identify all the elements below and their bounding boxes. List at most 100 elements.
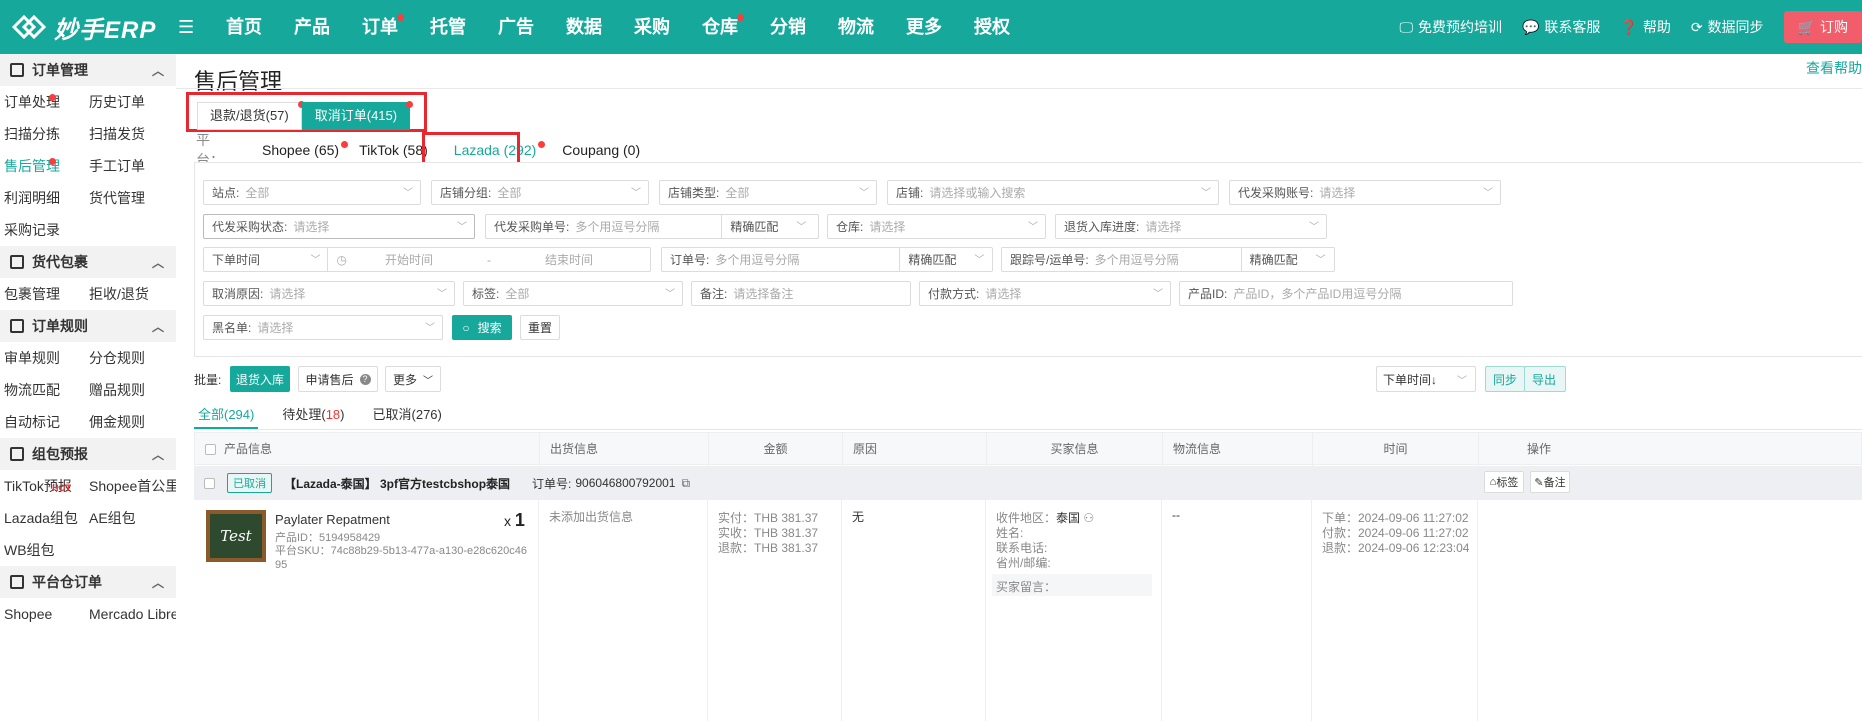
- sidebar-item-shopee-first-mile[interactable]: Shopee首公里: [85, 470, 176, 502]
- nav-orders[interactable]: 订单: [346, 0, 414, 54]
- proxy-account-select[interactable]: 代发采购账号: 请选择 ﹀: [1229, 180, 1501, 205]
- service-link[interactable]: 💬 联系客服: [1522, 17, 1600, 37]
- sidebar-item-purchase-record[interactable]: 采购记录: [0, 214, 85, 246]
- proxy-order-no-input[interactable]: 代发采购单号: 多个用逗号分隔 精确匹配 ﹀: [485, 214, 819, 239]
- sidebar-item-auto-tag[interactable]: 自动标记: [0, 406, 85, 438]
- proxy-status-select[interactable]: 代发采购状态: 请选择 ﹀: [203, 214, 475, 239]
- sidebar-item-shopee[interactable]: Shopee: [0, 598, 85, 630]
- site-select[interactable]: 站点: 全部 ﹀: [203, 180, 421, 205]
- sync-button[interactable]: 同步: [1485, 366, 1525, 392]
- shop-group-select[interactable]: 店铺分组: 全部 ﹀: [431, 180, 649, 205]
- nav-logistics[interactable]: 物流: [822, 0, 890, 54]
- nav-warehouse[interactable]: 仓库: [686, 0, 754, 54]
- sidebar-section-platform-warehouse[interactable]: 平台仓订单 ︿: [0, 566, 176, 598]
- sidebar-item-after-sales[interactable]: 售后管理: [0, 150, 85, 182]
- sidebar-item-manual-order[interactable]: 手工订单: [85, 150, 176, 182]
- date-range[interactable]: ◷ 开始时间 - 结束时间: [327, 248, 650, 271]
- training-link[interactable]: 🖵 免费预约培训: [1399, 17, 1502, 37]
- order-no-input[interactable]: 订单号: 多个用逗号分隔 精确匹配 ﹀: [661, 247, 993, 272]
- time-range-picker[interactable]: 下单时间 ﹀ ◷ 开始时间 - 结束时间: [203, 247, 651, 272]
- product-name[interactable]: Paylater Repatment: [275, 512, 390, 527]
- select-all-checkbox[interactable]: [205, 444, 216, 455]
- cell-logistics: --: [1162, 500, 1312, 721]
- reset-button[interactable]: 重置: [520, 315, 560, 340]
- more-dropdown[interactable]: 更多 ﹀: [385, 366, 441, 392]
- sidebar-section-bundle-forecast[interactable]: 组包预报 ︿: [0, 438, 176, 470]
- menu-toggle-icon[interactable]: ☰: [178, 17, 198, 38]
- sort-select[interactable]: 下单时间↓ ﹀: [1376, 366, 1476, 392]
- nav-distribution[interactable]: 分销: [754, 0, 822, 54]
- order-checkbox[interactable]: [204, 477, 215, 489]
- nav-purchase[interactable]: 采购: [618, 0, 686, 54]
- view-help-link[interactable]: 查看帮助: [1806, 58, 1862, 78]
- tab-cancel-order[interactable]: 取消订单(415): [301, 101, 414, 130]
- sidebar-item-ae-bundle[interactable]: AE组包: [85, 502, 176, 534]
- sidebar-item-order-processing[interactable]: 订单处理: [0, 86, 85, 118]
- sidebar-item-gift-rules[interactable]: 赠品规则: [85, 374, 176, 406]
- nav-more[interactable]: 更多: [890, 0, 958, 54]
- sidebar-item-forwarder-mgmt[interactable]: 货代管理: [85, 182, 176, 214]
- warehouse-select[interactable]: 仓库: 请选择 ﹀: [827, 214, 1046, 239]
- tab-cancelled[interactable]: 已取消(276): [369, 404, 446, 429]
- nav-authorize[interactable]: 授权: [958, 0, 1026, 54]
- match-mode-select[interactable]: 精确匹配 ﹀: [1240, 248, 1333, 271]
- nav-ads[interactable]: 广告: [482, 0, 550, 54]
- payment-method-select[interactable]: 付款方式: 请选择 ﹀: [919, 281, 1171, 306]
- sidebar-item-wb-bundle[interactable]: WB组包: [0, 534, 85, 566]
- sidebar-item-review-rules[interactable]: 审单规则: [0, 342, 85, 374]
- remark-button[interactable]: ✎ 备注: [1530, 471, 1570, 493]
- export-dropdown[interactable]: 导出: [1524, 366, 1566, 392]
- cell-amount: 实付：THB 381.37 实收：THB 381.37 退款：THB 381.3…: [708, 500, 842, 721]
- order-button[interactable]: 🛒 订购: [1783, 11, 1862, 43]
- sidebar-item-reject-return[interactable]: 拒收/退货: [85, 278, 176, 310]
- sidebar-item-tiktok-forecast[interactable]: TikTok预报 HOT: [0, 470, 85, 502]
- match-mode-select[interactable]: 精确匹配 ﹀: [721, 215, 813, 238]
- sidebar-item-commission-rules[interactable]: 佣金规则: [85, 406, 176, 438]
- time-type-select[interactable]: 下单时间 ﹀: [204, 248, 327, 271]
- buyer-name: 姓名:: [996, 526, 1024, 540]
- remark-select[interactable]: 备注: 请选择备注: [691, 281, 911, 306]
- search-button[interactable]: ○ 搜索: [452, 315, 512, 340]
- tracking-no-input[interactable]: 跟踪号/运单号: 多个用逗号分隔 精确匹配 ﹀: [1001, 247, 1335, 272]
- match-mode-select[interactable]: 精确匹配 ﹀: [899, 248, 991, 271]
- apply-after-sale-button[interactable]: 申请售后?: [298, 366, 378, 392]
- tab-all[interactable]: 全部(294): [194, 404, 259, 429]
- product-thumbnail[interactable]: Test: [206, 510, 266, 562]
- nav-products[interactable]: 产品: [278, 0, 346, 54]
- blacklist-select[interactable]: 黑名单: 请选择 ﹀: [203, 315, 443, 340]
- platform-tab-shopee[interactable]: Shopee (65): [262, 141, 349, 158]
- tab-pending[interactable]: 待处理(18): [278, 404, 348, 429]
- sidebar-item-history-orders[interactable]: 历史订单: [85, 86, 176, 118]
- sidebar-item-warehouse-rules[interactable]: 分仓规则: [85, 342, 176, 374]
- tab-refund-return[interactable]: 退款/退货(57): [197, 101, 305, 130]
- return-to-stock-button[interactable]: 退货入库: [230, 366, 290, 392]
- tag-select[interactable]: 标签: 全部 ﹀: [463, 281, 683, 306]
- copy-icon[interactable]: ⧉: [681, 476, 690, 491]
- sidebar-item-profit-detail[interactable]: 利润明细: [0, 182, 85, 214]
- data-sync-link[interactable]: ⟳ 数据同步: [1691, 17, 1764, 37]
- tag-button[interactable]: ⌂ 标签: [1484, 471, 1524, 493]
- nav-hosting[interactable]: 托管: [414, 0, 482, 54]
- platform-tab-tiktok[interactable]: TikTok (58): [359, 142, 428, 158]
- nav-data[interactable]: 数据: [550, 0, 618, 54]
- product-id-input[interactable]: 产品ID: 产品ID，多个产品ID用逗号分隔: [1179, 281, 1513, 306]
- sidebar-item-scan-ship[interactable]: 扫描发货: [85, 118, 176, 150]
- sidebar-item-scan-sort[interactable]: 扫描分拣: [0, 118, 85, 150]
- platform-tab-coupang[interactable]: Coupang (0): [562, 142, 640, 158]
- sidebar-item-logistics-match[interactable]: 物流匹配: [0, 374, 85, 406]
- field-value: 请选择备注: [733, 287, 794, 301]
- sidebar-section-forwarder-package[interactable]: 货代包裹 ︿: [0, 246, 176, 278]
- logo[interactable]: 妙手ERP: [0, 0, 178, 54]
- sidebar-section-order-mgmt[interactable]: 订单管理 ︿: [0, 54, 176, 86]
- sidebar-item-lazada-bundle[interactable]: Lazada组包: [0, 502, 85, 534]
- add-user-icon[interactable]: ⚇: [1083, 511, 1094, 525]
- sidebar-section-order-rules[interactable]: 订单规则 ︿: [0, 310, 176, 342]
- cancel-reason-select[interactable]: 取消原因: 请选择 ﹀: [203, 281, 455, 306]
- help-link[interactable]: ❓ 帮助: [1620, 17, 1670, 37]
- sidebar-item-package-mgmt[interactable]: 包裹管理: [0, 278, 85, 310]
- nav-home[interactable]: 首页: [210, 0, 278, 54]
- shop-select[interactable]: 店铺: 请选择或输入搜索 ﹀: [887, 180, 1219, 205]
- sidebar-item-mercado-libre[interactable]: Mercado Libre: [85, 598, 176, 630]
- return-progress-select[interactable]: 退货入库进度: 请选择 ﹀: [1055, 214, 1327, 239]
- shop-type-select[interactable]: 店铺类型: 全部 ﹀: [659, 180, 877, 205]
